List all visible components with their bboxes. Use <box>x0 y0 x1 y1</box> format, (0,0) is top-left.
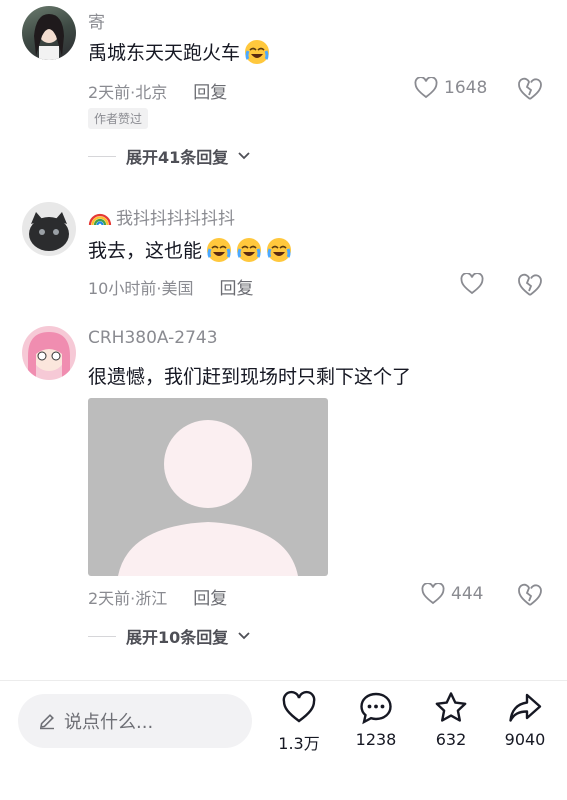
broken-heart-icon <box>518 583 542 606</box>
like-button[interactable] <box>460 273 484 295</box>
expand-replies-label: 展开10条回复 <box>126 628 229 647</box>
like-button[interactable]: 1648 <box>414 77 487 99</box>
username[interactable]: CRH380A-2743 <box>88 328 218 348</box>
comment-text: 我去，这也能 <box>88 236 292 263</box>
expand-replies-label: 展开41条回复 <box>126 148 229 167</box>
username[interactable]: 我抖抖抖抖抖抖 <box>88 204 235 229</box>
divider-line <box>88 635 116 637</box>
broken-heart-icon <box>518 77 542 100</box>
comment-image[interactable] <box>88 398 328 576</box>
time-location: 10小时前·美国 <box>88 278 194 298</box>
dislike-button[interactable] <box>517 273 543 299</box>
avatar[interactable] <box>22 326 76 380</box>
comment-text-content: 我去，这也能 <box>88 240 203 262</box>
chevron-down-icon <box>238 152 250 160</box>
share-action-button[interactable]: 9040 <box>490 690 560 749</box>
divider-line <box>88 155 116 157</box>
avatar[interactable] <box>22 202 76 256</box>
reply-button[interactable]: 回复 <box>219 274 253 299</box>
like-count: 1648 <box>444 78 488 98</box>
comment-input-placeholder: 说点什么... <box>64 712 154 733</box>
comment-meta: 2天前·北京 回复 <box>88 78 227 104</box>
reply-button[interactable]: 回复 <box>193 584 227 609</box>
heart-icon <box>460 273 484 295</box>
crying-laughing-emoji-icon <box>236 237 262 263</box>
comment-text-content: 禹城东天天跑火车 <box>88 42 241 64</box>
comment-text-content: 很遗憾，我们赶到现场时只剩下这个了 <box>88 366 412 388</box>
comment-text: 很遗憾，我们赶到现场时只剩下这个了 <box>88 362 411 389</box>
crying-laughing-emoji-icon <box>206 237 232 263</box>
star-icon <box>435 692 467 722</box>
heart-icon <box>421 583 445 605</box>
username-text: 我抖抖抖抖抖抖 <box>116 209 235 229</box>
crying-laughing-emoji-icon <box>244 39 270 65</box>
time-location: 2天前·浙江 <box>88 588 168 608</box>
avatar[interactable] <box>22 6 76 60</box>
pencil-icon <box>40 714 54 730</box>
like-count: 444 <box>451 584 484 604</box>
comment-icon <box>360 692 392 725</box>
share-icon <box>509 693 542 722</box>
expand-replies-button[interactable]: 展开10条回复 <box>88 624 250 648</box>
dislike-button[interactable] <box>517 77 543 103</box>
comment-text: 禹城东天天跑火车 <box>88 38 270 65</box>
favorite-action-button[interactable]: 632 <box>416 690 486 749</box>
comment-action-count: 1238 <box>355 730 397 749</box>
heart-icon <box>282 690 316 723</box>
rainbow-icon <box>88 213 112 225</box>
reply-button[interactable]: 回复 <box>193 78 227 103</box>
username[interactable]: 寄 <box>88 8 105 33</box>
comment-action-button[interactable]: 1238 <box>341 690 411 749</box>
dislike-button[interactable] <box>517 583 543 609</box>
broken-heart-icon <box>518 273 542 296</box>
favorite-action-count: 632 <box>435 730 467 749</box>
comment-meta: 10小时前·美国 回复 <box>88 274 253 300</box>
comment-meta: 2天前·浙江 回复 <box>88 584 227 610</box>
like-action-count: 1.3万 <box>278 734 320 753</box>
comment-input[interactable]: 说点什么... <box>18 694 252 748</box>
author-liked-badge: 作者赞过 <box>88 108 149 129</box>
chevron-down-icon <box>238 632 250 640</box>
time-location: 2天前·北京 <box>88 82 168 102</box>
crying-laughing-emoji-icon <box>266 237 292 263</box>
heart-icon <box>414 77 438 99</box>
bottom-bar-divider <box>0 680 567 681</box>
like-action-button[interactable]: 1.3万 <box>264 690 334 754</box>
like-button[interactable]: 444 <box>421 583 483 605</box>
share-action-count: 9040 <box>504 730 546 749</box>
expand-replies-button[interactable]: 展开41条回复 <box>88 144 250 168</box>
